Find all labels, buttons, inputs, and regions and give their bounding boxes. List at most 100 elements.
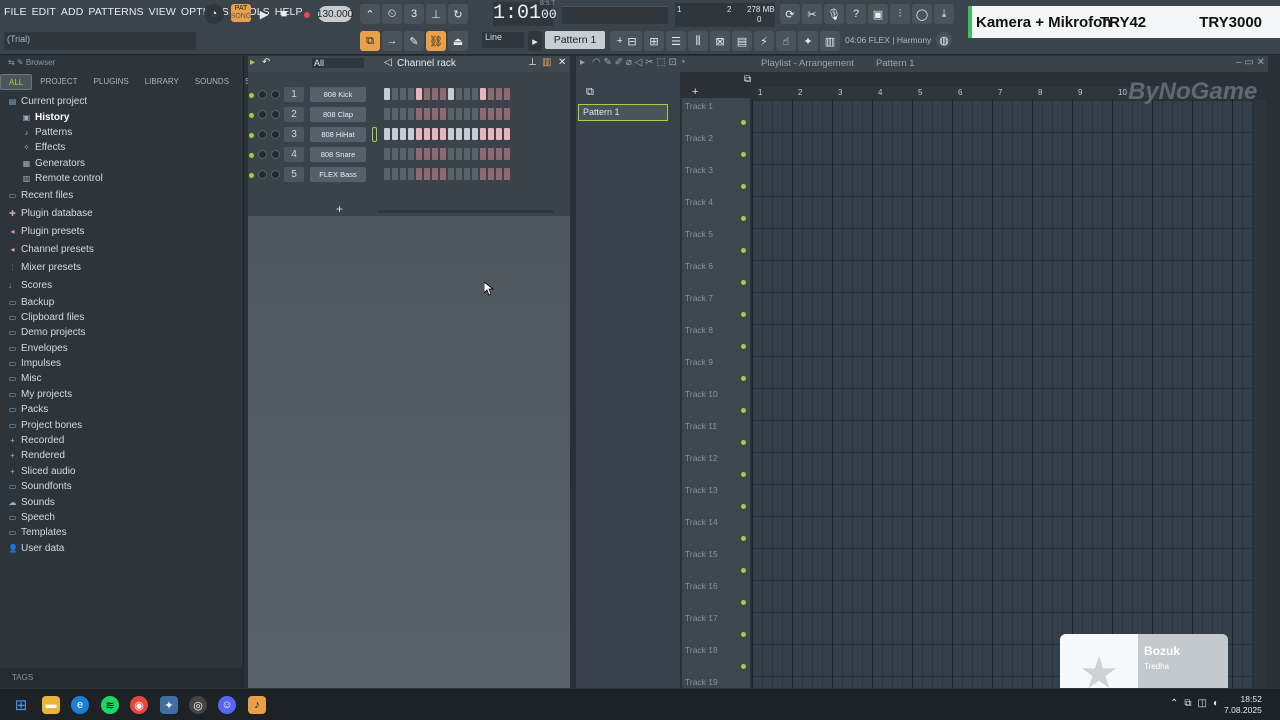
browser-item-my-projects[interactable]: ▭ My projects [8,387,244,402]
browser-item-demo-projects[interactable]: ▭ Demo projects [8,325,244,340]
track-mute-led[interactable] [741,376,746,381]
browser-item-recorded[interactable]: + Recorded [8,433,244,448]
track-mute-led[interactable] [741,600,746,605]
browser-tab-project[interactable]: PROJECT [32,74,85,90]
step-button[interactable] [400,128,406,140]
step-button[interactable] [432,88,438,100]
step-button[interactable] [472,108,478,120]
channel-led[interactable] [249,133,254,138]
channel-name-button[interactable]: 808 Clap [310,107,366,122]
steam-icon[interactable]: ◎ [189,696,207,714]
step-button[interactable] [464,128,470,140]
browser-item-recent-files[interactable]: ▭ Recent files [8,186,244,204]
pan-knob[interactable] [258,130,267,139]
step-button[interactable] [480,148,486,160]
step-button[interactable] [488,108,494,120]
step-button[interactable] [472,148,478,160]
browser-view-icon[interactable]: ⊠ [710,31,730,51]
track-mute-led[interactable] [741,632,746,637]
step-button[interactable] [496,148,502,160]
channel-name-button[interactable]: 808 HiHat [310,127,366,142]
menu-arrow-icon[interactable]: ▸ [250,57,255,68]
step-button[interactable] [456,148,462,160]
track-mute-led[interactable] [741,280,746,285]
step-button[interactable] [384,148,390,160]
edge-icon[interactable]: e [71,696,89,714]
browser-item-clipboard-files[interactable]: ▭ Clipboard files [8,310,244,325]
snap-select[interactable]: Line [482,32,524,48]
track-header[interactable]: Track 3 [682,162,750,194]
track-mute-led[interactable] [741,504,746,509]
step-button[interactable] [392,168,398,180]
step-button[interactable] [424,168,430,180]
browser-item-history[interactable]: ▣ History [8,109,244,124]
menu-patterns[interactable]: PATTERNS [88,6,143,18]
metronome-icon[interactable]: ⌃ [360,4,380,24]
step-button[interactable] [400,168,406,180]
track-mute-led[interactable] [741,664,746,669]
step-button[interactable] [504,88,510,100]
step-button[interactable] [488,128,494,140]
arrangement-grid[interactable] [752,100,1252,688]
browser-item-speech[interactable]: ▭ Speech [8,510,244,525]
loop-record-icon[interactable]: ↻ [448,4,468,24]
step-button[interactable] [440,148,446,160]
step-button[interactable] [400,108,406,120]
browser-item-current-project[interactable]: ▤ Current project [8,94,244,109]
browser-item-generators[interactable]: ▦ Generators [8,156,244,171]
step-button[interactable] [416,148,422,160]
mixer-track-number[interactable]: 4 [284,147,304,162]
file-explorer-icon[interactable]: ▬ [42,696,60,714]
track-mute-led[interactable] [741,408,746,413]
steps-view-icon[interactable]: ▥ [542,57,551,68]
step-button[interactable] [408,88,414,100]
track-header[interactable]: Track 2 [682,130,750,162]
track-header[interactable]: Track 7 [682,290,750,322]
volume-knob[interactable] [271,170,280,179]
track-mute-led[interactable] [741,152,746,157]
step-button[interactable] [408,128,414,140]
globe-icon[interactable]: ◍ [936,32,952,48]
step-button[interactable] [416,168,422,180]
step-button[interactable] [408,108,414,120]
step-button[interactable] [408,148,414,160]
browser-item-rendered[interactable]: + Rendered [8,448,244,463]
step-button[interactable] [424,108,430,120]
channel-name-button[interactable]: 808 Snare [310,147,366,162]
browser-tab-sounds[interactable]: SOUNDS [187,74,237,90]
browser-item-backup[interactable]: ▭ Backup [8,294,244,309]
step-button[interactable] [392,88,398,100]
step-button[interactable] [488,148,494,160]
step-button[interactable] [384,128,390,140]
step-button[interactable] [440,128,446,140]
track-mute-led[interactable] [741,472,746,477]
track-mute-led[interactable] [741,344,746,349]
taskbar-clock[interactable]: 18:52 7.08.2025 [1224,694,1262,716]
step-button[interactable] [432,128,438,140]
mixer-icon[interactable]: ⫶ [890,4,910,24]
pan-knob[interactable] [258,170,267,179]
cut-icon[interactable]: ✂ [802,4,822,24]
step-button[interactable] [416,128,422,140]
stamp-icon[interactable]: ⏏ [448,31,468,51]
tool-icons[interactable]: ◠ ✎ ✐ ⌀ ◁ ✂ ⬚ ⊡ ◔ [592,57,686,68]
playlist-scrollbar[interactable] [1254,100,1266,688]
track-header[interactable]: Track 17 [682,610,750,642]
menu-file[interactable]: FILE [4,6,27,18]
play-icon[interactable]: ▶ [254,4,274,24]
step-button[interactable] [456,88,462,100]
snap-magnet-icon[interactable]: ⧉ [360,31,380,51]
track-header[interactable]: Track 13 [682,482,750,514]
track-mute-led[interactable] [741,536,746,541]
step-button[interactable] [496,128,502,140]
step-button[interactable] [504,108,510,120]
step-button[interactable] [456,128,462,140]
step-button[interactable] [416,88,422,100]
step-button[interactable] [424,128,430,140]
step-button[interactable] [448,148,454,160]
step-button[interactable] [400,148,406,160]
step-button[interactable] [392,128,398,140]
step-button[interactable] [504,128,510,140]
browser-item-effects[interactable]: ✧ Effects [8,140,244,155]
step-button[interactable] [480,128,486,140]
